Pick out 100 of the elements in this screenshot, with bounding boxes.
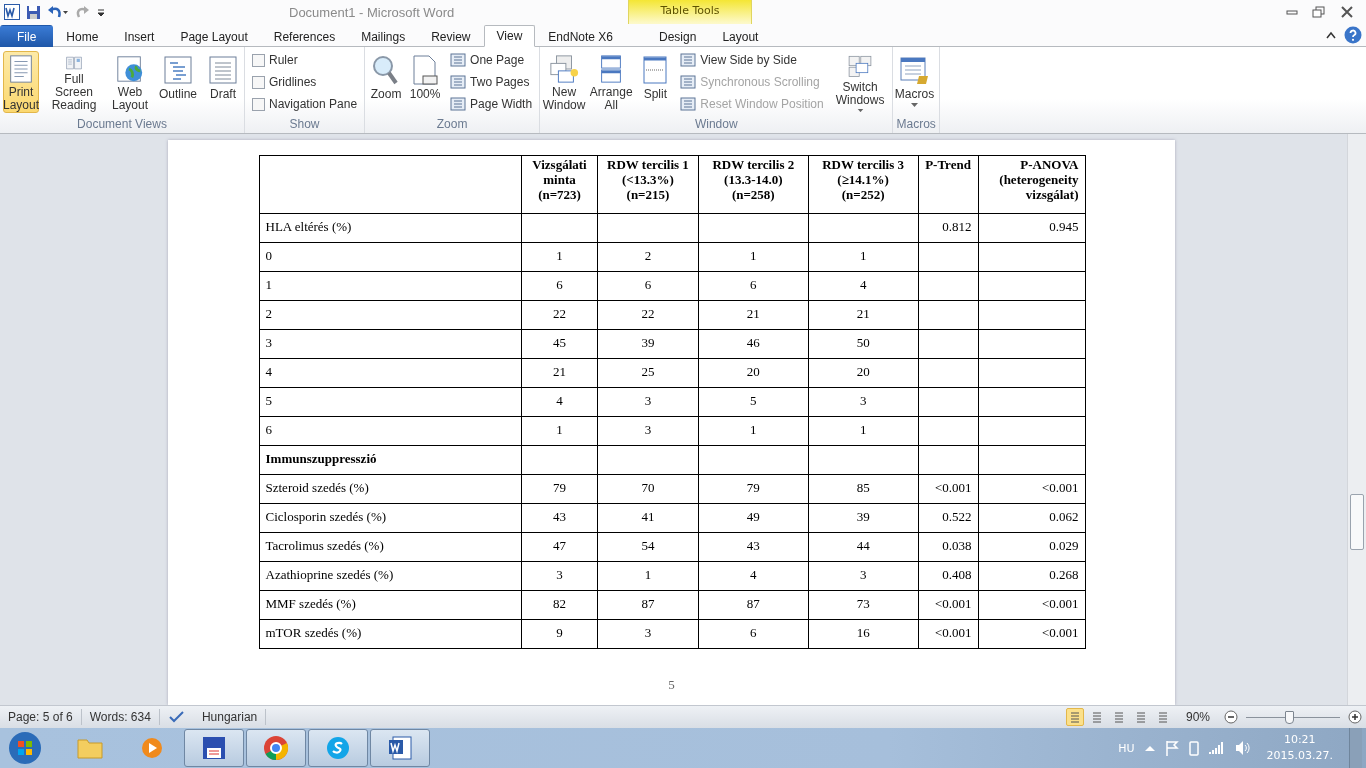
table-cell: 49 bbox=[698, 503, 809, 533]
ribbon-button[interactable]: Arrange All bbox=[588, 51, 635, 113]
table-cell: 20 bbox=[808, 358, 919, 388]
group-label: Window bbox=[693, 117, 739, 133]
word-count[interactable]: Words: 634 bbox=[81, 709, 160, 725]
flag-icon[interactable] bbox=[1164, 740, 1179, 756]
chat-bubble-icon bbox=[325, 735, 351, 761]
taskbar-app[interactable] bbox=[246, 729, 306, 767]
ribbon-tab[interactable]: Design bbox=[646, 25, 710, 47]
view-button[interactable] bbox=[1065, 708, 1084, 726]
ribbon-tab[interactable]: References bbox=[260, 25, 349, 47]
language-indicator[interactable]: Hungarian bbox=[193, 709, 267, 725]
table-cell: 2 bbox=[597, 242, 699, 272]
table-cell bbox=[918, 387, 978, 417]
table-cell: 1 bbox=[808, 416, 919, 446]
ribbon-button[interactable]: Split bbox=[637, 51, 674, 113]
table-cell: 3 bbox=[259, 329, 522, 359]
table-cell: 21 bbox=[808, 300, 919, 330]
table-cell: 4 bbox=[259, 358, 522, 388]
ribbon-button[interactable]: View Side by Side bbox=[678, 50, 826, 70]
table-cell: 54 bbox=[597, 532, 699, 562]
scroll-thumb[interactable] bbox=[1350, 494, 1364, 550]
table-cell: 3 bbox=[597, 619, 699, 649]
show-hidden-icons-icon[interactable] bbox=[1144, 745, 1155, 751]
save-icon[interactable] bbox=[26, 4, 41, 20]
ribbon-tab[interactable]: View bbox=[483, 25, 536, 47]
undo-icon[interactable] bbox=[47, 4, 69, 20]
checkbox[interactable]: Navigation Pane bbox=[250, 94, 360, 114]
speaker-icon[interactable] bbox=[1234, 740, 1251, 756]
table-cell: 70 bbox=[597, 474, 699, 504]
table-cell: 82 bbox=[521, 590, 598, 620]
word-document-icon bbox=[387, 735, 413, 761]
proofing-check-icon[interactable] bbox=[167, 710, 186, 724]
outline-icon bbox=[162, 54, 194, 86]
customize-caret-icon[interactable] bbox=[96, 6, 106, 18]
ribbon-button[interactable]: Two Pages bbox=[448, 72, 535, 92]
restore-icon[interactable] bbox=[1312, 6, 1326, 18]
vertical-scrollbar[interactable] bbox=[1347, 134, 1366, 705]
page-count[interactable]: Page: 5 of 6 bbox=[0, 709, 82, 725]
battery-icon[interactable] bbox=[1188, 740, 1199, 756]
table-cell: 3 bbox=[597, 416, 699, 446]
table-cell: 41 bbox=[597, 503, 699, 533]
zoom-out-icon[interactable] bbox=[1224, 710, 1238, 724]
ribbon-button[interactable]: Print Layout bbox=[3, 51, 39, 113]
table-cell: Immunszuppresszió bbox=[259, 445, 522, 475]
table-cell: 73 bbox=[808, 590, 919, 620]
ribbon-button[interactable]: Zoom bbox=[368, 51, 405, 113]
table-cell: 0.945 bbox=[978, 213, 1085, 243]
ribbon-button[interactable]: Draft bbox=[205, 51, 241, 113]
ribbon-button[interactable]: Macros bbox=[896, 51, 933, 113]
clock-date: 2015.03.27. bbox=[1266, 748, 1333, 764]
checkbox[interactable]: Gridlines bbox=[250, 72, 360, 92]
table-cell: 0.062 bbox=[978, 503, 1085, 533]
ribbon-tab[interactable]: Insert bbox=[111, 25, 168, 47]
zoom-in-icon[interactable] bbox=[1348, 710, 1362, 724]
ribbon-tab[interactable]: File bbox=[0, 25, 54, 47]
ribbon-tab[interactable]: Mailings bbox=[348, 25, 419, 47]
lines-page-icon bbox=[207, 54, 239, 86]
ribbon-button[interactable]: Web Layout bbox=[109, 51, 151, 113]
view-mode-icon bbox=[1134, 711, 1147, 723]
start-button-icon[interactable] bbox=[8, 731, 42, 765]
table-cell: 43 bbox=[698, 532, 809, 562]
zoom-level[interactable]: 90% bbox=[1185, 710, 1210, 724]
browser-icon bbox=[263, 735, 289, 761]
ribbon-button[interactable]: Full Screen Reading bbox=[42, 51, 106, 113]
table-cell: Tacrolimus szedés (%) bbox=[259, 532, 522, 562]
collapse-ribbon-icon[interactable] bbox=[1326, 31, 1336, 39]
table-cell: 3 bbox=[808, 561, 919, 591]
group-label: Zoom bbox=[435, 117, 469, 133]
table-cell: 1 bbox=[259, 271, 522, 301]
table-cell: 6 bbox=[698, 271, 809, 301]
view-mode-icon bbox=[1112, 711, 1125, 723]
table-cell: 6 bbox=[597, 271, 699, 301]
help-icon[interactable] bbox=[1344, 26, 1362, 44]
table-cell: 0.268 bbox=[978, 561, 1085, 591]
taskbar-app[interactable] bbox=[370, 729, 430, 767]
ribbon-button[interactable]: Switch Windows bbox=[830, 51, 890, 113]
ribbon-button[interactable]: One Page bbox=[448, 50, 535, 70]
ribbon-tab[interactable]: Review bbox=[418, 25, 484, 47]
caret-icon bbox=[856, 108, 864, 112]
table-cell: 6 bbox=[698, 619, 809, 649]
checkbox[interactable]: Ruler bbox=[250, 50, 360, 70]
ribbon-tab[interactable]: Page Layout bbox=[167, 25, 261, 47]
table-cell: 1 bbox=[521, 416, 598, 446]
signal-bars-icon[interactable] bbox=[1208, 741, 1225, 755]
table-cell: 3 bbox=[521, 561, 598, 591]
zoom-slider-thumb[interactable] bbox=[1285, 710, 1295, 724]
ribbon-button[interactable]: 100% bbox=[407, 51, 444, 113]
close-icon[interactable] bbox=[1340, 6, 1354, 18]
redo-icon[interactable] bbox=[75, 4, 90, 20]
ribbon-button[interactable]: Outline bbox=[154, 51, 202, 113]
table-cell: 20 bbox=[698, 358, 809, 388]
ribbon-tab[interactable]: Home bbox=[53, 25, 112, 47]
ribbon-tab[interactable]: EndNote X6 bbox=[535, 25, 627, 47]
ribbon-button[interactable]: Page Width bbox=[448, 94, 535, 114]
table-cell bbox=[918, 445, 978, 475]
table-cell: 2 bbox=[259, 300, 522, 330]
ribbon-button[interactable]: New Window bbox=[543, 51, 586, 113]
page-number: 5 bbox=[668, 677, 675, 693]
taskbar-app[interactable] bbox=[184, 729, 244, 767]
